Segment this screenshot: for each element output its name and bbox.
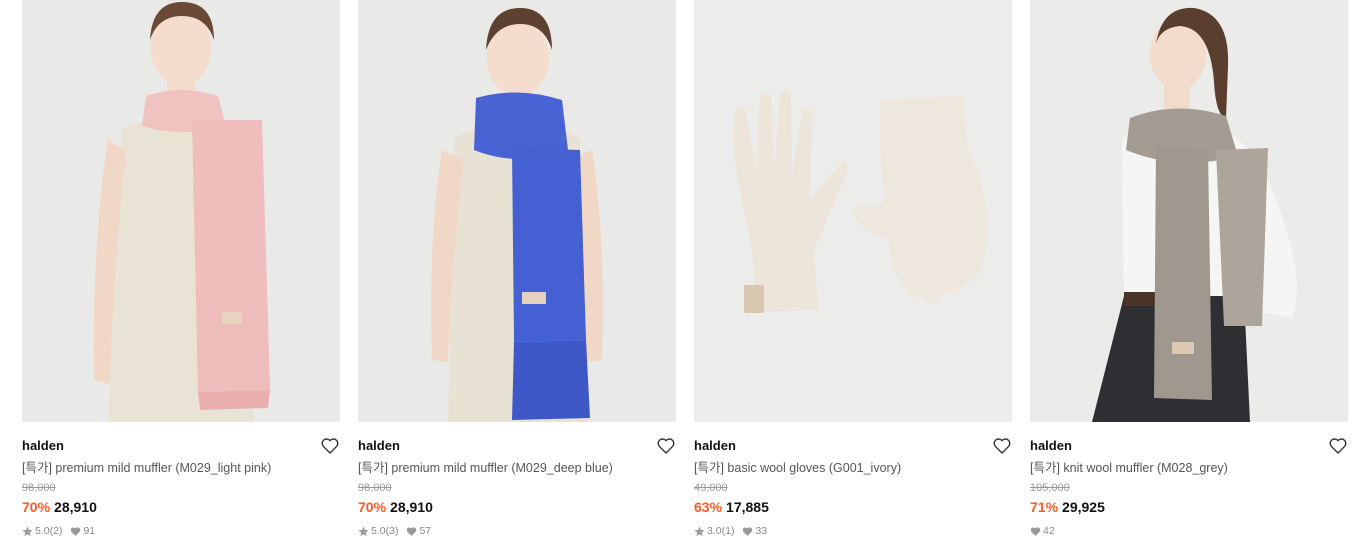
discount-rate: 70%: [22, 499, 51, 515]
heart-filled-icon: [70, 526, 81, 537]
product-image[interactable]: [358, 0, 676, 422]
product-image[interactable]: [1030, 0, 1348, 422]
product-title[interactable]: [특가] knit wool muffler (M028_grey): [1030, 459, 1348, 477]
product-image[interactable]: [694, 0, 1012, 422]
brand-name[interactable]: halden: [1030, 438, 1072, 453]
product-title[interactable]: [특가] premium mild muffler (M029_deep blu…: [358, 459, 676, 477]
rating-value: 5.0: [35, 525, 50, 537]
sale-price: 17,885: [726, 499, 769, 515]
product-card[interactable]: halden [특가] knit wool muffler (M028_grey…: [1030, 0, 1348, 558]
product-card[interactable]: halden [특가] premium mild muffler (M029_l…: [22, 0, 340, 558]
original-price: 98,000: [22, 482, 56, 494]
product-card[interactable]: halden [특가] basic wool gloves (G001_ivor…: [694, 0, 1012, 558]
discount-rate: 70%: [358, 499, 387, 515]
heart-outline-icon[interactable]: [1328, 436, 1348, 456]
review-count: (1): [721, 525, 735, 537]
original-price: 98,000: [358, 482, 392, 494]
product-meta: 3.0 (1) 33: [694, 524, 1012, 538]
rating-value: 5.0: [371, 525, 386, 537]
product-meta: 5.0 (3) 57: [358, 524, 676, 538]
like-count: 57: [419, 525, 432, 537]
heart-filled-icon: [1030, 526, 1041, 537]
brand-name[interactable]: halden: [358, 438, 400, 453]
product-meta: 5.0 (2) 91: [22, 524, 340, 538]
product-title[interactable]: [특가] basic wool gloves (G001_ivory): [694, 459, 1012, 477]
price-row: 70% 28,910: [358, 498, 676, 516]
product-grid: halden [특가] premium mild muffler (M029_l…: [0, 0, 1358, 558]
like-count: 33: [755, 525, 768, 537]
price-row: 63% 17,885: [694, 498, 1012, 516]
price-row: 71% 29,925: [1030, 498, 1348, 516]
product-image[interactable]: [22, 0, 340, 422]
heart-outline-icon[interactable]: [320, 436, 340, 456]
heart-filled-icon: [742, 526, 753, 537]
discount-rate: 71%: [1030, 499, 1059, 515]
heart-filled-icon: [406, 526, 417, 537]
review-count: (3): [385, 525, 399, 537]
original-price: 105,000: [1030, 482, 1070, 494]
sale-price: 28,910: [390, 499, 433, 515]
heart-outline-icon[interactable]: [656, 436, 676, 456]
sale-price: 28,910: [54, 499, 97, 515]
brand-name[interactable]: halden: [694, 438, 736, 453]
star-icon: [22, 526, 33, 537]
product-meta: 42: [1030, 524, 1348, 538]
star-icon: [358, 526, 369, 537]
original-price: 49,000: [694, 482, 728, 494]
product-title[interactable]: [특가] premium mild muffler (M029_light pi…: [22, 459, 340, 477]
rating-value: 3.0: [707, 525, 722, 537]
product-card[interactable]: halden [특가] premium mild muffler (M029_d…: [358, 0, 676, 558]
like-count: 91: [83, 525, 96, 537]
star-icon: [694, 526, 705, 537]
like-count: 42: [1043, 525, 1055, 537]
heart-outline-icon[interactable]: [992, 436, 1012, 456]
sale-price: 29,925: [1062, 499, 1105, 515]
price-row: 70% 28,910: [22, 498, 340, 516]
review-count: (2): [49, 525, 63, 537]
brand-name[interactable]: halden: [22, 438, 64, 453]
discount-rate: 63%: [694, 499, 723, 515]
